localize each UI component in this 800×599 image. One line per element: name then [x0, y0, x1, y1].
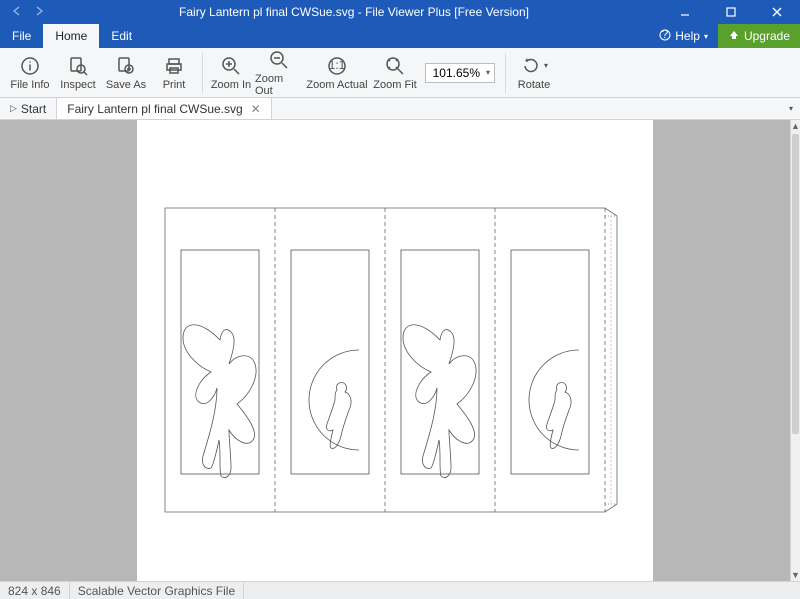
zoom-fit-button[interactable]: Zoom Fit — [371, 49, 419, 97]
zoom-level-input[interactable]: 101.65% ▾ — [425, 63, 495, 83]
minimize-button[interactable] — [662, 0, 708, 24]
svg-text:1:1: 1:1 — [329, 58, 346, 72]
play-icon: ▷ — [10, 103, 17, 114]
upgrade-icon — [728, 29, 740, 44]
undo-icon[interactable] — [10, 4, 24, 21]
close-tab-icon[interactable]: ✕ — [251, 102, 261, 116]
viewport[interactable] — [0, 120, 790, 581]
zoom-actual-label: Zoom Actual — [306, 79, 367, 91]
inspect-label: Inspect — [60, 79, 95, 91]
file-info-button[interactable]: File Info — [6, 49, 54, 97]
status-dimensions: 824 x 846 — [0, 582, 70, 599]
inspect-button[interactable]: Inspect — [54, 49, 102, 97]
close-button[interactable] — [754, 0, 800, 24]
statusbar: 824 x 846 Scalable Vector Graphics File — [0, 581, 800, 599]
vertical-scrollbar[interactable]: ▲ ▼ — [790, 120, 800, 581]
maximize-button[interactable] — [708, 0, 754, 24]
print-button[interactable]: Print — [150, 49, 198, 97]
upgrade-button[interactable]: Upgrade — [718, 24, 800, 48]
window-title: Fairy Lantern pl final CWSue.svg - File … — [46, 5, 662, 19]
zoom-level-value: 101.65% — [433, 66, 480, 80]
zoom-in-label: Zoom In — [211, 79, 251, 91]
chevron-down-icon: ▾ — [704, 32, 708, 41]
scrollbar-thumb[interactable] — [792, 134, 799, 434]
help-icon: ? — [659, 29, 671, 44]
menu-edit[interactable]: Edit — [99, 24, 144, 48]
ribbon-separator — [505, 53, 506, 93]
svg-canvas — [137, 120, 653, 581]
redo-icon[interactable] — [32, 4, 46, 21]
document-tab[interactable]: Fairy Lantern pl final CWSue.svg ✕ — [57, 98, 271, 119]
upgrade-label: Upgrade — [744, 29, 790, 43]
file-info-label: File Info — [10, 79, 49, 91]
start-label: Start — [21, 102, 46, 116]
print-label: Print — [163, 79, 186, 91]
menu-home[interactable]: Home — [43, 24, 99, 48]
menu-file[interactable]: File — [0, 24, 43, 48]
zoom-out-label: Zoom Out — [255, 73, 303, 97]
chevron-down-icon: ▾ — [486, 68, 490, 77]
help-button[interactable]: ? Help ▾ — [649, 24, 718, 48]
ribbon: File Info Inspect Save As Print Zoom In … — [0, 48, 800, 98]
zoom-actual-button[interactable]: 1:1 Zoom Actual — [303, 49, 371, 97]
titlebar: Fairy Lantern pl final CWSue.svg - File … — [0, 0, 800, 24]
chevron-down-icon: ▾ — [789, 104, 793, 113]
status-filetype: Scalable Vector Graphics File — [70, 582, 244, 599]
tab-overflow-button[interactable]: ▾ — [782, 98, 800, 119]
zoom-fit-label: Zoom Fit — [373, 79, 416, 91]
scroll-down-icon[interactable]: ▼ — [791, 569, 800, 581]
rotate-button[interactable]: ▾ Rotate — [510, 49, 558, 97]
svg-text:?: ? — [662, 29, 669, 41]
chevron-down-icon: ▾ — [544, 61, 548, 70]
rotate-label: Rotate — [518, 79, 550, 91]
zoom-in-button[interactable]: Zoom In — [207, 49, 255, 97]
help-label: Help — [675, 29, 700, 43]
zoom-out-button[interactable]: Zoom Out — [255, 49, 303, 97]
ribbon-separator — [202, 53, 203, 93]
scroll-up-icon[interactable]: ▲ — [791, 120, 800, 132]
tabstrip: ▷ Start Fairy Lantern pl final CWSue.svg… — [0, 98, 800, 120]
document-tab-label: Fairy Lantern pl final CWSue.svg — [67, 102, 242, 116]
save-as-label: Save As — [106, 79, 146, 91]
save-as-button[interactable]: Save As — [102, 49, 150, 97]
start-tab[interactable]: ▷ Start — [0, 98, 57, 119]
menubar: File Home Edit ? Help ▾ Upgrade — [0, 24, 800, 48]
